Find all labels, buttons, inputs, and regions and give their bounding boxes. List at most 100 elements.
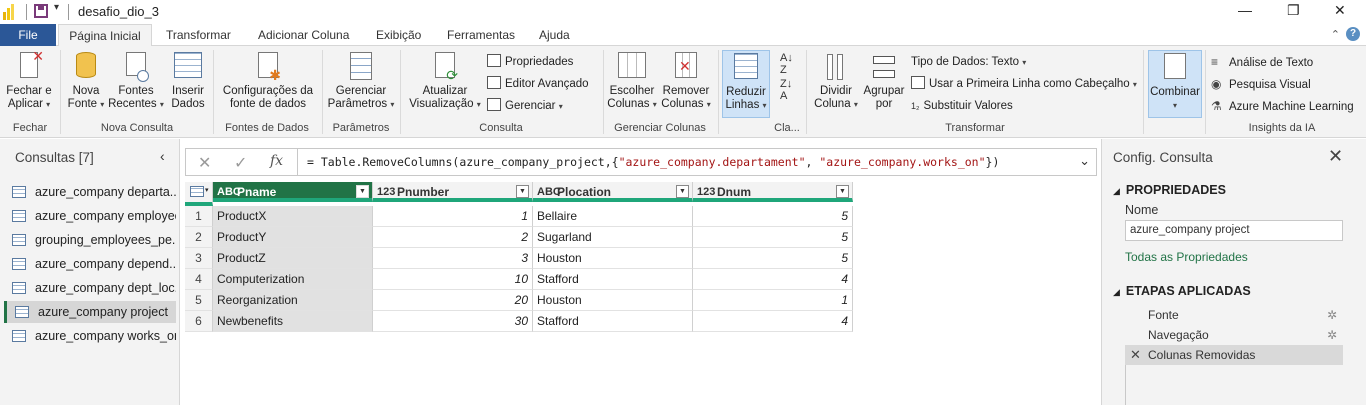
table-menu-icon[interactable]: ▾ <box>185 182 213 206</box>
query-item[interactable]: azure_company dept_loc... <box>4 277 176 299</box>
table-cell[interactable]: 5 <box>693 248 853 269</box>
escolher-colunas-button[interactable]: Escolher Colunas ▾ <box>606 52 658 111</box>
tab-pagina-inicial[interactable]: Página Inicial <box>58 24 152 47</box>
column-header-plocation[interactable]: ABC Plocation ▼ <box>533 182 693 202</box>
table-cell[interactable]: ProductZ <box>213 248 373 269</box>
query-item[interactable]: azure_company employee <box>4 205 176 227</box>
reduzir-linhas-button[interactable]: Reduzir Linhas ▾ <box>722 50 770 118</box>
table-cell[interactable]: 5 <box>693 206 853 227</box>
collapse-ribbon-icon[interactable]: ⌃ <box>1331 28 1340 41</box>
gear-icon[interactable]: ✲ <box>1327 305 1337 325</box>
gerenciar-parametros-button[interactable]: Gerenciar Parâmetros ▾ <box>326 52 396 111</box>
table-cell[interactable]: ProductY <box>213 227 373 248</box>
delete-step-icon[interactable]: ✕ <box>1130 345 1141 365</box>
remover-colunas-button[interactable]: ✕ Remover Colunas ▾ <box>660 52 712 111</box>
atualizar-visualizacao-button[interactable]: ⟳ Atualizar Visualização ▾ <box>406 52 484 111</box>
table-cell[interactable]: Computerization <box>213 269 373 290</box>
number-type-icon[interactable]: 123 <box>697 182 715 202</box>
number-type-icon[interactable]: 123 <box>377 182 395 202</box>
fx-icon[interactable]: fx <box>270 153 283 169</box>
row-number[interactable]: 5 <box>185 290 213 311</box>
table-cell[interactable]: 4 <box>693 269 853 290</box>
editor-avancado-button[interactable]: Editor Avançado <box>487 75 589 93</box>
tab-transformar[interactable]: Transformar <box>166 24 231 46</box>
query-item[interactable]: grouping_employees_pe... <box>4 229 176 251</box>
tab-file[interactable]: File <box>0 24 56 46</box>
confirm-formula-icon[interactable]: ✓ <box>234 153 247 173</box>
step-item-selected[interactable]: ✕ Colunas Removidas <box>1125 345 1343 365</box>
query-item[interactable]: azure_company depend... <box>4 253 176 275</box>
sort-ascending-icon[interactable]: A↓ Z <box>780 52 793 76</box>
primeira-linha-cabecalho-button[interactable]: Usar a Primeira Linha como Cabeçalho ▾ <box>911 75 1137 93</box>
row-number[interactable]: 4 <box>185 269 213 290</box>
substituir-valores-button[interactable]: 1₂ Substituir Valores <box>911 97 1013 115</box>
gear-icon[interactable]: ✲ <box>1327 325 1337 345</box>
row-number[interactable]: 2 <box>185 227 213 248</box>
restore-button[interactable]: ❐ <box>1287 2 1300 19</box>
table-cell[interactable]: 1 <box>693 290 853 311</box>
fechar-aplicar-button[interactable]: ✕ Fechar e Aplicar ▾ <box>6 49 52 111</box>
dividir-coluna-button[interactable]: Dividir Coluna ▾ <box>810 52 862 111</box>
column-header-pname[interactable]: ABC Pname ▼ <box>213 182 373 202</box>
azure-ml-button[interactable]: ⚗ Azure Machine Learning <box>1211 97 1354 115</box>
collapse-queries-icon[interactable]: ‹ <box>160 148 165 164</box>
query-item-selected[interactable]: azure_company project <box>4 301 176 323</box>
column-header-dnum[interactable]: 123 Dnum ▼ <box>693 182 853 202</box>
row-number[interactable]: 1 <box>185 206 213 227</box>
table-cell[interactable]: Newbenefits <box>213 311 373 332</box>
save-icon[interactable] <box>34 4 48 18</box>
table-cell[interactable]: 20 <box>373 290 533 311</box>
row-number[interactable]: 6 <box>185 311 213 332</box>
close-settings-icon[interactable]: ✕ <box>1328 146 1343 167</box>
pesquisa-visual-button[interactable]: ◉ Pesquisa Visual <box>1211 75 1311 93</box>
table-cell[interactable]: 2 <box>373 227 533 248</box>
analise-texto-button[interactable]: ≡ Análise de Texto <box>1211 53 1313 71</box>
agrupar-por-button[interactable]: Agrupar por <box>862 52 906 111</box>
table-cell[interactable]: 5 <box>693 227 853 248</box>
table-cell[interactable]: Stafford <box>533 269 693 290</box>
table-cell[interactable]: Reorganization <box>213 290 373 311</box>
table-cell[interactable]: Sugarland <box>533 227 693 248</box>
cancel-formula-icon[interactable]: ✕ <box>198 153 211 173</box>
sort-descending-icon[interactable]: Z↓ A <box>780 78 792 102</box>
quick-access-dropdown-icon[interactable]: ▾ <box>54 2 59 13</box>
close-window-button[interactable]: ✕ <box>1334 2 1346 19</box>
filter-dropdown-icon[interactable]: ▼ <box>356 185 369 198</box>
formula-input[interactable]: = Table.RemoveColumns(azure_company_proj… <box>307 155 999 169</box>
step-item[interactable]: Navegação ✲ <box>1125 325 1343 345</box>
table-cell[interactable]: 1 <box>373 206 533 227</box>
tab-ferramentas[interactable]: Ferramentas <box>447 24 515 46</box>
combinar-button[interactable]: Combinar ▾ <box>1148 50 1202 118</box>
table-cell[interactable]: Houston <box>533 248 693 269</box>
nova-fonte-button[interactable]: Nova Fonte ▾ <box>66 52 106 111</box>
query-item[interactable]: azure_company works_on <box>4 325 176 347</box>
inserir-dados-button[interactable]: Inserir Dados <box>168 52 208 111</box>
all-properties-link[interactable]: Todas as Propriedades <box>1125 250 1248 264</box>
fontes-recentes-button[interactable]: Fontes Recentes ▾ <box>108 52 164 111</box>
query-name-input[interactable]: azure_company project <box>1125 220 1343 241</box>
table-cell[interactable]: Stafford <box>533 311 693 332</box>
tipo-dados-dropdown[interactable]: Tipo de Dados: Texto ▾ <box>911 53 1026 71</box>
query-item[interactable]: azure_company departa... <box>4 181 176 203</box>
tab-ajuda[interactable]: Ajuda <box>539 24 570 46</box>
row-number[interactable]: 3 <box>185 248 213 269</box>
table-cell[interactable]: 3 <box>373 248 533 269</box>
column-header-pnumber[interactable]: 123 Pnumber ▼ <box>373 182 533 202</box>
expand-formula-icon[interactable]: ⌄ <box>1079 153 1090 169</box>
table-cell[interactable]: ProductX <box>213 206 373 227</box>
help-icon[interactable]: ? <box>1346 27 1360 41</box>
table-cell[interactable]: Houston <box>533 290 693 311</box>
table-cell[interactable]: Bellaire <box>533 206 693 227</box>
properties-section[interactable]: ◢ PROPRIEDADES <box>1113 183 1226 197</box>
filter-dropdown-icon[interactable]: ▼ <box>676 185 689 198</box>
tab-adicionar-coluna[interactable]: Adicionar Coluna <box>258 24 349 46</box>
table-cell[interactable]: 4 <box>693 311 853 332</box>
gerenciar-button[interactable]: Gerenciar ▾ <box>487 97 563 115</box>
table-cell[interactable]: 30 <box>373 311 533 332</box>
applied-steps-section[interactable]: ◢ ETAPAS APLICADAS <box>1113 284 1251 298</box>
filter-dropdown-icon[interactable]: ▼ <box>836 185 849 198</box>
step-item[interactable]: Fonte ✲ <box>1125 305 1343 325</box>
minimize-button[interactable]: — <box>1238 2 1252 18</box>
propriedades-button[interactable]: Propriedades <box>487 53 573 71</box>
configuracoes-fonte-button[interactable]: ✱ Configurações da fonte de dados <box>218 52 318 111</box>
